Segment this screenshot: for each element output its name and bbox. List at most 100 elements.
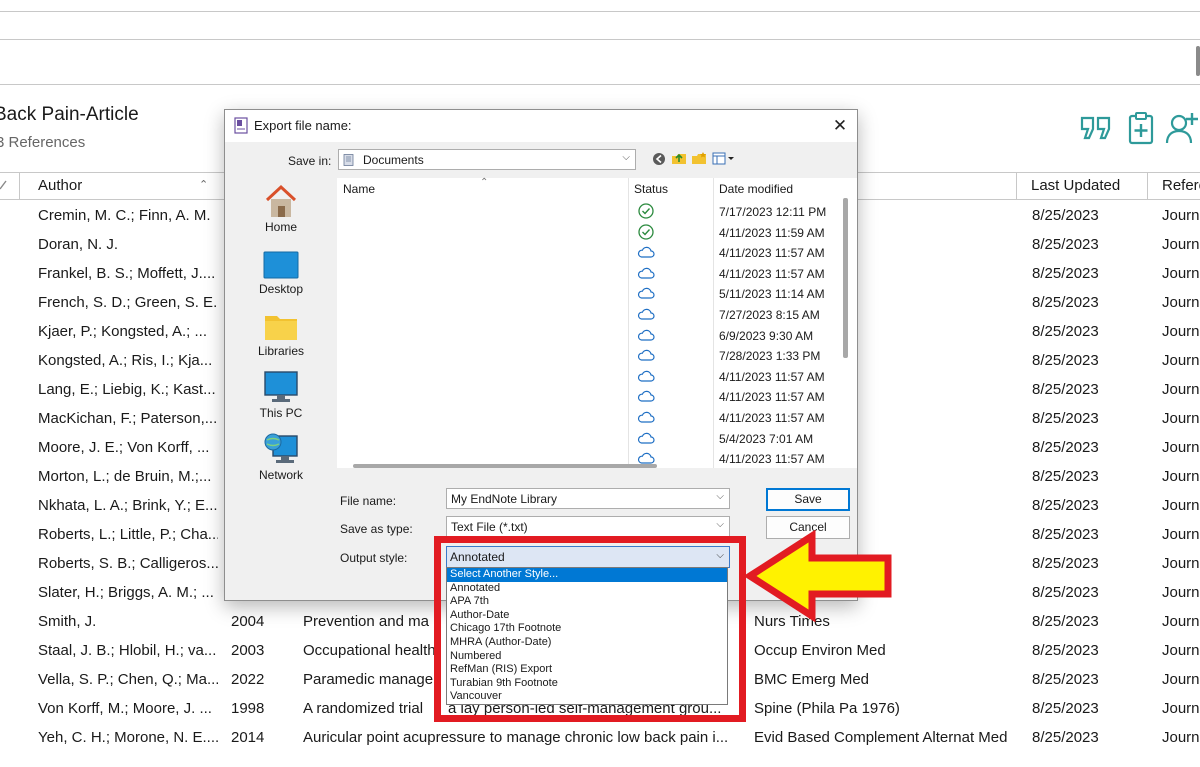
column-date-modified[interactable]: Date modified bbox=[719, 182, 793, 196]
file-name-label: File name: bbox=[340, 494, 397, 508]
cell-ref: Journ bbox=[1162, 729, 1200, 746]
place-this-pc[interactable]: This PC bbox=[237, 364, 325, 424]
outer-scrollbar-thumb[interactable] bbox=[1196, 46, 1200, 76]
clipboard-add-icon[interactable] bbox=[1124, 110, 1160, 146]
cloud-icon bbox=[637, 267, 655, 279]
place-label: This PC bbox=[259, 406, 303, 420]
horizontal-scrollbar-thumb[interactable] bbox=[353, 464, 657, 468]
cell-ref: Journ bbox=[1162, 323, 1200, 340]
cell-title: Auricular point acupressure to manage ch… bbox=[303, 729, 729, 746]
file-row[interactable]: 4/11/2023 11:57 AM bbox=[629, 243, 839, 263]
file-date: 7/28/2023 1:33 PM bbox=[719, 349, 821, 364]
cell-updated: 8/25/2023 bbox=[1032, 468, 1099, 485]
place-network[interactable]: Network bbox=[237, 426, 325, 486]
view-menu-icon[interactable] bbox=[712, 152, 736, 165]
export-dialog: Export file name: ✕ Save in: Documents ⌵ bbox=[224, 109, 858, 601]
synced-check-icon bbox=[638, 223, 654, 240]
cell-author: Cremin, M. C.; Finn, A. M. bbox=[38, 207, 211, 224]
dialog-titlebar[interactable]: Export file name: ✕ bbox=[225, 110, 857, 142]
dialog-title: Export file name: bbox=[254, 118, 352, 133]
save-as-type-label: Save as type: bbox=[340, 522, 413, 536]
back-icon[interactable] bbox=[652, 152, 666, 166]
save-as-type-dropdown[interactable]: Text File (*.txt) ⌵ bbox=[446, 516, 730, 537]
cell-author: Staal, J. B.; Hlobil, H.; va... bbox=[38, 642, 217, 659]
cell-year: 2022 bbox=[231, 671, 265, 688]
cell-updated: 8/25/2023 bbox=[1032, 352, 1099, 369]
column-author[interactable]: Author bbox=[38, 177, 82, 194]
paperclip-icon bbox=[0, 180, 7, 190]
close-button[interactable]: ✕ bbox=[829, 115, 851, 137]
cloud-icon bbox=[637, 288, 655, 299]
file-name-input[interactable]: My EndNote Library ⌵ bbox=[446, 488, 730, 509]
sort-asc-icon: ⌃ bbox=[199, 179, 209, 191]
file-date: 4/11/2023 11:59 AM bbox=[719, 225, 825, 240]
up-folder-icon[interactable] bbox=[671, 150, 687, 166]
window-divider bbox=[0, 11, 1200, 12]
new-folder-icon[interactable] bbox=[691, 151, 707, 166]
cell-updated: 8/25/2023 bbox=[1032, 439, 1099, 456]
cell-author: Nkhata, L. A.; Brink, Y.; E... bbox=[38, 497, 218, 514]
cell-updated: 8/25/2023 bbox=[1032, 236, 1099, 253]
file-row[interactable]: 7/27/2023 8:15 AM bbox=[629, 305, 839, 325]
home-icon bbox=[265, 184, 297, 217]
column-separator[interactable] bbox=[1016, 173, 1017, 200]
column-separator[interactable] bbox=[1147, 173, 1148, 200]
cell-ref: Journ bbox=[1162, 555, 1200, 572]
place-home[interactable]: Home bbox=[237, 178, 325, 238]
cloud-icon bbox=[637, 329, 655, 341]
cell-author: Kongsted, A.; Ris, I.; Kja... bbox=[38, 352, 213, 369]
cell-updated: 8/25/2023 bbox=[1032, 700, 1099, 717]
cell-author: Morton, L.; de Bruin, M.;... bbox=[38, 468, 212, 485]
window-divider bbox=[0, 84, 1200, 85]
file-row[interactable]: 5/4/2023 7:01 AM bbox=[629, 429, 839, 449]
cell-ref: Journ bbox=[1162, 497, 1200, 514]
column-separator[interactable] bbox=[19, 173, 20, 200]
file-row[interactable]: 4/11/2023 11:59 AM bbox=[629, 223, 839, 243]
cell-ref: Journ bbox=[1162, 526, 1200, 543]
file-row[interactable]: 4/11/2023 11:57 AM bbox=[629, 387, 839, 407]
file-date: 4/11/2023 11:57 AM bbox=[719, 411, 825, 425]
place-desktop[interactable]: Desktop bbox=[237, 240, 325, 300]
file-row[interactable]: 7/17/2023 12:11 PM bbox=[629, 202, 839, 222]
cell-ref: Journ bbox=[1162, 207, 1200, 224]
cell-author: Doran, N. J. bbox=[38, 236, 119, 253]
cloud-icon bbox=[637, 370, 655, 382]
column-status[interactable]: Status bbox=[634, 182, 668, 196]
column-name[interactable]: Name bbox=[343, 182, 375, 196]
cell-year: 1998 bbox=[231, 700, 265, 717]
quote-icon[interactable] bbox=[1078, 110, 1114, 146]
file-row[interactable]: 4/11/2023 11:57 AM bbox=[629, 449, 839, 469]
places-bar: Home Desktop Libraries This PC Network bbox=[237, 178, 325, 498]
file-date: 4/11/2023 11:57 AM bbox=[719, 266, 825, 281]
cell-author: Von Korff, M.; Moore, J. ... bbox=[38, 700, 212, 717]
desktop-icon bbox=[263, 251, 299, 279]
file-list-scrollbar[interactable] bbox=[837, 198, 857, 463]
save-button[interactable]: Save bbox=[766, 488, 850, 511]
file-row[interactable]: 5/11/2023 11:14 AM bbox=[629, 284, 839, 304]
save-in-dropdown[interactable]: Documents ⌵ bbox=[338, 149, 636, 170]
scrollbar-thumb[interactable] bbox=[843, 198, 848, 358]
highlight-box bbox=[434, 536, 746, 722]
file-row[interactable]: 7/28/2023 1:33 PM bbox=[629, 346, 839, 366]
file-row[interactable]: 4/11/2023 11:57 AM bbox=[629, 408, 839, 428]
file-row[interactable]: 4/11/2023 11:57 AM bbox=[629, 367, 839, 387]
output-style-label: Output style: bbox=[340, 551, 408, 565]
column-last-updated[interactable]: Last Updated bbox=[1031, 177, 1120, 194]
cell-updated: 8/25/2023 bbox=[1032, 584, 1099, 601]
cell-author: Slater, H.; Briggs, A. M.; ... bbox=[38, 584, 214, 601]
cell-ref: Journ bbox=[1162, 700, 1200, 717]
file-row[interactable]: 6/9/2023 9:30 AM bbox=[629, 326, 839, 346]
cell-updated: 8/25/2023 bbox=[1032, 613, 1099, 630]
file-list[interactable]: Name ⌃ Status Date modified 7/17/2023 12… bbox=[337, 177, 857, 469]
add-person-icon[interactable] bbox=[1164, 110, 1200, 146]
place-libraries[interactable]: Libraries bbox=[237, 302, 325, 362]
cell-ref: Journ bbox=[1162, 613, 1200, 630]
library-title: Back Pain-Article bbox=[0, 104, 139, 125]
file-date: 5/11/2023 11:14 AM bbox=[719, 287, 825, 302]
cell-journal: BMC Emerg Med bbox=[754, 671, 870, 688]
file-row[interactable]: 4/11/2023 11:57 AM bbox=[629, 264, 839, 284]
cell-updated: 8/25/2023 bbox=[1032, 207, 1099, 224]
cell-author: Smith, J. bbox=[38, 613, 97, 630]
table-row[interactable]: Yeh, C. H.; Morone, N. E.... 2014 Auricula… bbox=[0, 724, 1200, 753]
column-reference-type[interactable]: Refere bbox=[1162, 177, 1200, 194]
